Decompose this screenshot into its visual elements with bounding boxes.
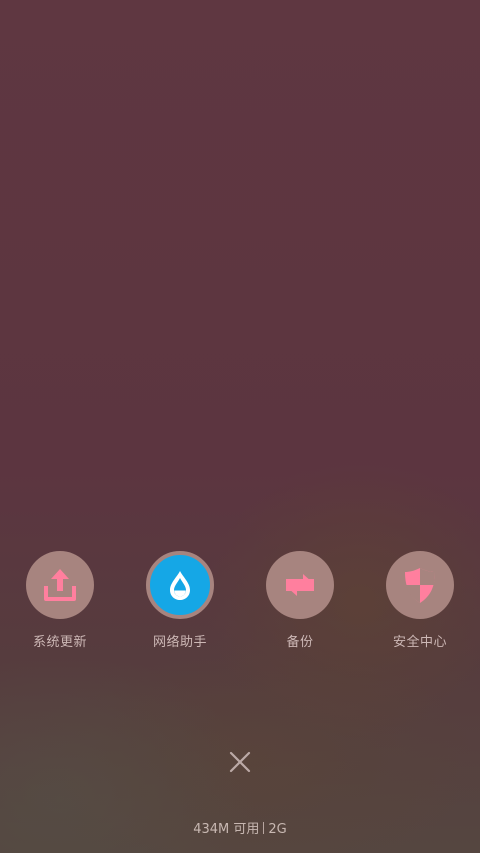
water-drop-icon	[170, 571, 190, 600]
shortcut-label: 系统更新	[32, 635, 87, 650]
shortcut-label: 备份	[286, 635, 314, 650]
shortcut-system-update[interactable]: 系统更新	[0, 551, 120, 661]
repeat-arrows-icon	[286, 574, 314, 596]
shortcut-label: 网络助手	[152, 635, 207, 650]
status-divider	[263, 822, 265, 834]
shortcut-backup[interactable]: 备份	[240, 551, 360, 661]
network-type-text: 2G	[268, 822, 287, 837]
shortcut-row: 系统更新 网络助手 备份 安全中心	[0, 551, 480, 661]
close-icon	[229, 751, 251, 773]
upload-icon	[44, 569, 76, 601]
system-update-button[interactable]	[26, 551, 94, 619]
shortcut-label: 安全中心	[392, 635, 447, 650]
memory-available-text: 434M 可用	[193, 822, 260, 837]
shortcut-network-assistant[interactable]: 网络助手	[120, 551, 240, 661]
close-button[interactable]	[226, 748, 254, 776]
shield-icon	[405, 568, 435, 603]
wallpaper-background	[0, 0, 480, 853]
backup-button[interactable]	[266, 551, 334, 619]
shortcut-security-center[interactable]: 安全中心	[360, 551, 480, 661]
security-center-button[interactable]	[386, 551, 454, 619]
memory-status-bar: 434M 可用 2G	[0, 818, 480, 837]
network-assistant-button[interactable]	[146, 551, 214, 619]
